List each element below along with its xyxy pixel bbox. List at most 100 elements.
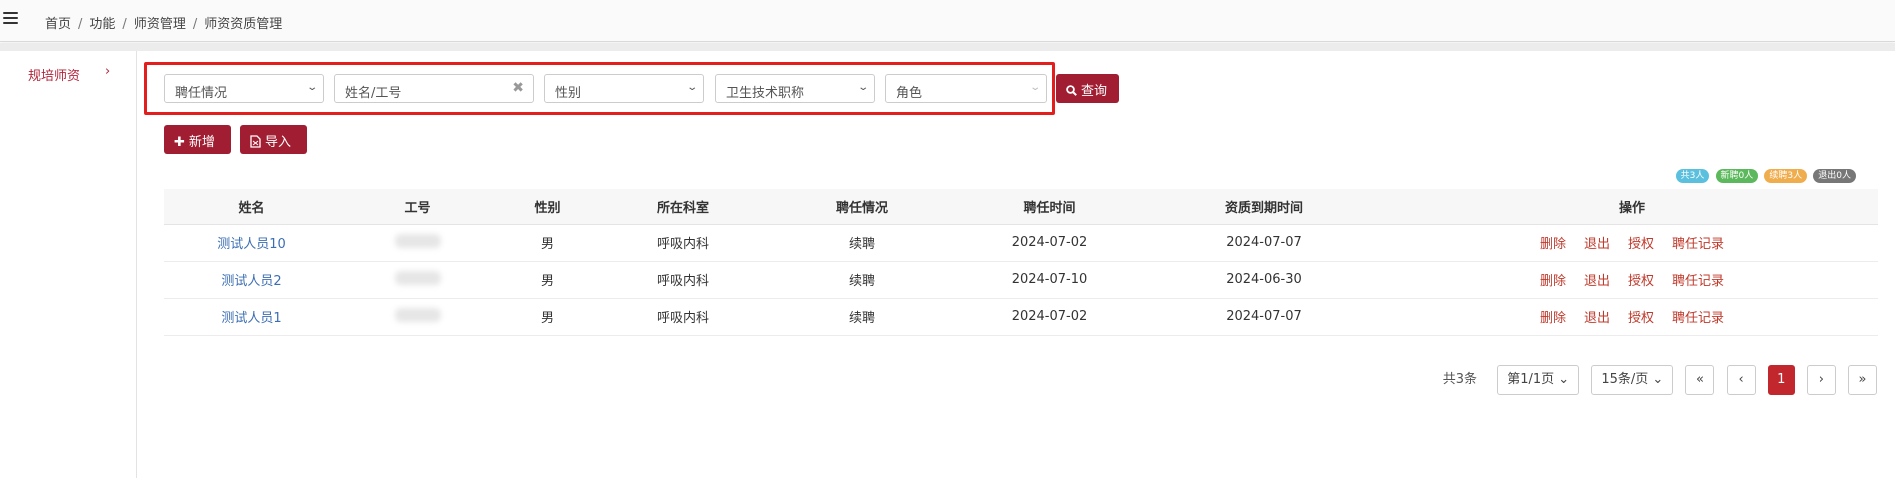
import-button[interactable]: 导入 — [240, 125, 307, 154]
add-button-label: 新增 — [188, 135, 215, 150]
renewed-badge: 续聘3人 — [1764, 169, 1808, 183]
breadcrumb-current: 师资资质管理 — [204, 17, 283, 32]
delete-link[interactable]: 删除 — [1540, 274, 1566, 289]
role-select[interactable]: 角色 ⌄ — [885, 74, 1047, 103]
appointed-date-cell: 2024-07-10 — [957, 261, 1142, 299]
column-header-employee-id: 工号 — [339, 189, 496, 225]
redacted-employee-id — [394, 233, 441, 248]
file-import-icon — [250, 135, 261, 150]
total-badge: 共3人 — [1675, 169, 1710, 183]
breadcrumb-teacher-management[interactable]: 师资管理 — [134, 17, 186, 32]
breadcrumb-separator: / — [122, 17, 127, 32]
appointed-date-cell: 2024-07-02 — [957, 224, 1142, 262]
add-button[interactable]: ✚ 新增 — [164, 125, 231, 154]
gender-select[interactable]: 性别 ⌄ — [544, 74, 704, 103]
chevron-down-icon: ⌄ — [1028, 82, 1041, 93]
table-header-row: 姓名 工号 性别 所在科室 聘任情况 聘任时间 资质到期时间 操作 — [164, 189, 1878, 225]
chevron-down-icon: ⌄ — [1652, 372, 1664, 387]
breadcrumb: 首页 / 功能 / 师资管理 / 师资资质管理 — [45, 13, 282, 32]
role-select-value: 角色 — [896, 86, 923, 101]
appointment-history-link[interactable]: 聘任记录 — [1672, 311, 1724, 326]
chevron-down-icon: ⌄ — [685, 82, 698, 93]
exited-badge: 退出0人 — [1813, 169, 1856, 183]
authorize-link[interactable]: 授权 — [1628, 311, 1654, 326]
header-divider — [0, 43, 1895, 51]
gender-cell: 男 — [496, 298, 599, 336]
breadcrumb-separator: / — [78, 17, 83, 32]
authorize-link[interactable]: 授权 — [1628, 237, 1654, 252]
teacher-name-link[interactable]: 测试人员10 — [217, 237, 286, 252]
table-row: 测试人员1 男 呼吸内科 续聘 2024-07-02 2024-07-07 删除… — [164, 298, 1878, 336]
plus-icon: ✚ — [174, 135, 185, 150]
gender-cell: 男 — [496, 224, 599, 262]
clear-icon[interactable]: ✖ — [512, 80, 524, 96]
query-button[interactable]: 查询 — [1056, 74, 1119, 103]
teacher-name-link[interactable]: 测试人员2 — [221, 274, 281, 289]
employment-status-cell: 续聘 — [767, 261, 957, 299]
page-select[interactable]: 第1/1页 ⌄ — [1497, 365, 1580, 395]
next-page-button[interactable]: › — [1806, 365, 1836, 395]
sidebar: 规培师资 › — [0, 51, 137, 478]
employment-status-value: 聘任情况 — [175, 86, 228, 101]
employment-status-select[interactable]: 聘任情况 ⌄ — [164, 74, 324, 103]
current-page-button[interactable]: 1 — [1767, 365, 1795, 395]
menu-toggle-icon[interactable] — [3, 12, 18, 26]
column-header-gender: 性别 — [496, 189, 599, 225]
column-header-name: 姓名 — [164, 189, 339, 225]
exit-link[interactable]: 退出 — [1584, 274, 1610, 289]
import-button-label: 导入 — [265, 135, 292, 150]
row-actions: 删除 退出 授权 聘任记录 — [1386, 261, 1878, 299]
delete-link[interactable]: 删除 — [1540, 311, 1566, 326]
gender-select-value: 性别 — [555, 86, 582, 101]
department-cell: 呼吸内科 — [599, 261, 767, 299]
query-button-label: 查询 — [1081, 84, 1108, 99]
redacted-employee-id — [394, 307, 441, 322]
top-bar: 首页 / 功能 / 师资管理 / 师资资质管理 — [0, 0, 1895, 42]
expiry-date-cell: 2024-07-07 — [1142, 298, 1386, 336]
exit-link[interactable]: 退出 — [1584, 311, 1610, 326]
authorize-link[interactable]: 授权 — [1628, 274, 1654, 289]
search-icon — [1066, 84, 1077, 99]
total-count: 共3条 — [1442, 372, 1478, 387]
expiry-date-cell: 2024-06-30 — [1142, 261, 1386, 299]
page-size-select[interactable]: 15条/页 ⌄ — [1591, 365, 1674, 395]
employment-status-cell: 续聘 — [767, 298, 957, 336]
prev-page-button[interactable]: ‹ — [1726, 365, 1756, 395]
page-select-value: 第1/1页 — [1507, 372, 1555, 387]
appointment-history-link[interactable]: 聘任记录 — [1672, 274, 1724, 289]
chevron-down-icon: ⌄ — [305, 82, 318, 93]
row-actions: 删除 退出 授权 聘任记录 — [1386, 224, 1878, 262]
department-cell: 呼吸内科 — [599, 298, 767, 336]
column-header-employment-status: 聘任情况 — [767, 189, 957, 225]
pagination: 共3条 第1/1页 ⌄ 15条/页 ⌄ « ‹ 1 › » — [1435, 365, 1877, 395]
row-actions: 删除 退出 授权 聘任记录 — [1386, 298, 1878, 336]
employment-status-cell: 续聘 — [767, 224, 957, 262]
chevron-down-icon: ⌄ — [856, 82, 869, 93]
last-page-button[interactable]: » — [1848, 365, 1877, 395]
exit-link[interactable]: 退出 — [1584, 237, 1610, 252]
teacher-name-link[interactable]: 测试人员1 — [221, 311, 281, 326]
gender-cell: 男 — [496, 261, 599, 299]
name-search-input[interactable]: 姓名/工号 ✖ — [334, 74, 534, 103]
teacher-table: 姓名 工号 性别 所在科室 聘任情况 聘任时间 资质到期时间 操作 测试人员10… — [164, 189, 1878, 336]
breadcrumb-home[interactable]: 首页 — [45, 17, 71, 32]
chevron-down-icon: ⌄ — [1558, 372, 1570, 387]
title-select[interactable]: 卫生技术职称 ⌄ — [715, 74, 875, 103]
department-cell: 呼吸内科 — [599, 224, 767, 262]
breadcrumb-function[interactable]: 功能 — [89, 17, 115, 32]
new-hire-badge: 新聘0人 — [1715, 169, 1759, 183]
sidebar-item-residency-teachers[interactable]: 规培师资 › — [28, 64, 128, 84]
breadcrumb-separator: / — [192, 17, 198, 32]
delete-link[interactable]: 删除 — [1540, 237, 1566, 252]
summary-badges: 共3人 新聘0人 续聘3人 退出0人 — [1674, 167, 1856, 183]
appointed-date-cell: 2024-07-02 — [957, 298, 1142, 336]
column-header-expiry-date: 资质到期时间 — [1142, 189, 1386, 225]
name-search-placeholder: 姓名/工号 — [345, 86, 402, 101]
column-header-actions: 操作 — [1386, 189, 1878, 225]
first-page-button[interactable]: « — [1685, 365, 1715, 395]
table-row: 测试人员2 男 呼吸内科 续聘 2024-07-10 2024-06-30 删除… — [164, 261, 1878, 299]
page-size-value: 15条/页 — [1601, 372, 1649, 387]
appointment-history-link[interactable]: 聘任记录 — [1672, 237, 1724, 252]
redacted-employee-id — [394, 270, 441, 285]
table-row: 测试人员10 男 呼吸内科 续聘 2024-07-02 2024-07-07 删… — [164, 224, 1878, 262]
